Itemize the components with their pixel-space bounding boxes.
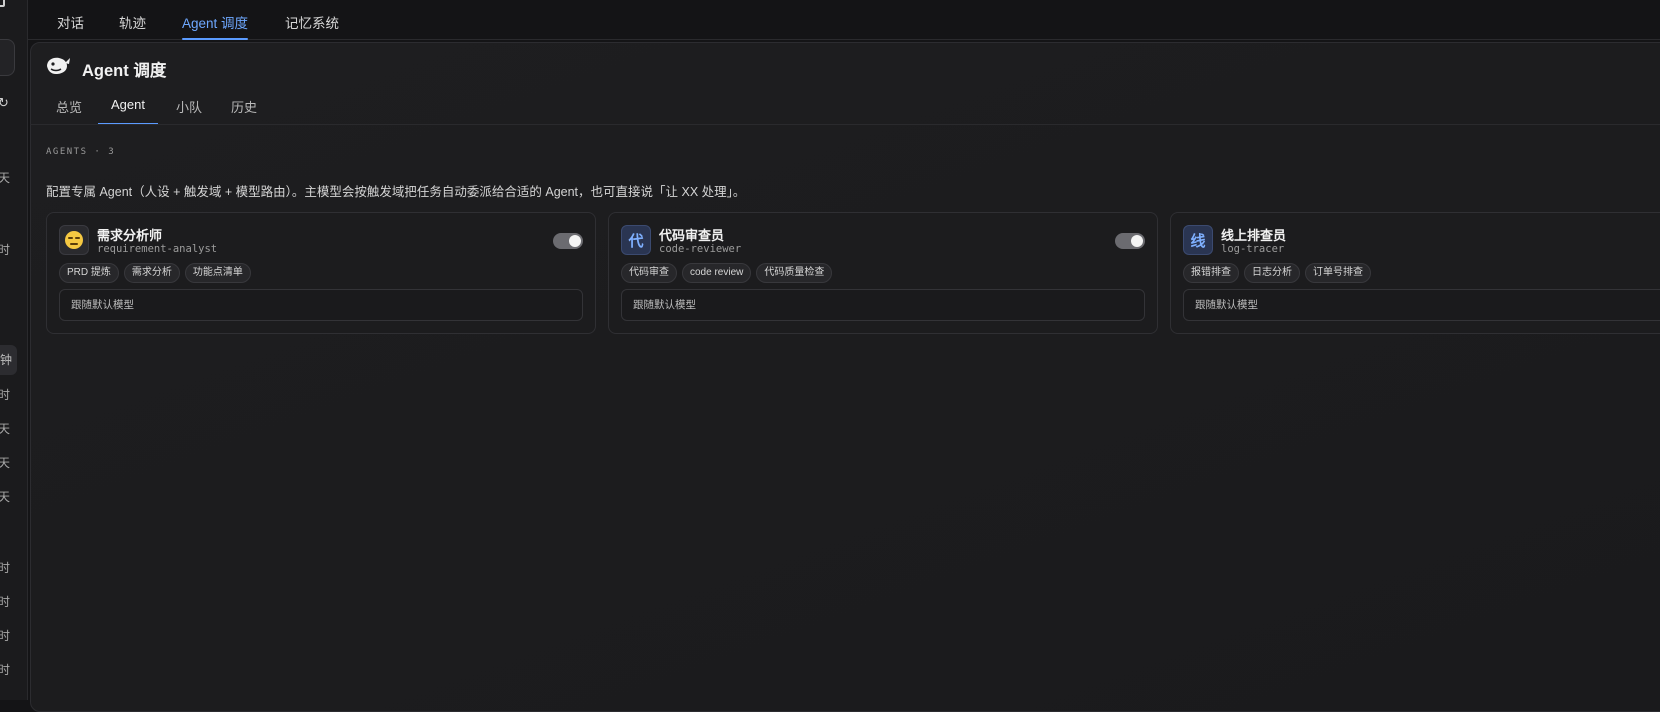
trigger-tag: 代码审查 bbox=[621, 263, 677, 283]
agent-dispatch-panel bbox=[30, 42, 1660, 712]
top-tab-bar: 对话 轨迹 Agent 调度 记忆系统 bbox=[28, 0, 1660, 40]
tab-trace[interactable]: 轨迹 bbox=[119, 12, 146, 40]
rail-item[interactable]: 天 bbox=[0, 456, 10, 470]
trigger-tags: 代码审查 code review 代码质量检查 bbox=[621, 263, 833, 283]
trigger-tag: 功能点清单 bbox=[184, 263, 251, 283]
trigger-tags: 报错排查 日志分析 订单号排查 bbox=[1183, 263, 1371, 283]
agent-id: code-reviewer bbox=[659, 243, 742, 255]
agent-name: 代码审查员 bbox=[659, 228, 725, 243]
agent-avatar: 线 bbox=[1183, 225, 1213, 255]
subtab-squad[interactable]: 小队 bbox=[176, 97, 202, 125]
rail-active-button[interactable] bbox=[0, 39, 15, 76]
rail-item[interactable]: 时 bbox=[0, 388, 10, 402]
rail-item[interactable]: 天 bbox=[0, 490, 10, 504]
agent-id: log-tracer bbox=[1221, 243, 1285, 255]
trigger-tag: 需求分析 bbox=[123, 263, 180, 283]
toggle-knob bbox=[1131, 235, 1143, 247]
page-title: Agent 调度 bbox=[82, 62, 167, 80]
trigger-tags: PRD 提炼 需求分析 功能点清单 bbox=[59, 263, 251, 283]
trigger-tag: 日志分析 bbox=[1244, 263, 1300, 283]
agent-id: requirement-analyst bbox=[97, 243, 218, 255]
rail-item[interactable]: 天 bbox=[0, 171, 10, 185]
trigger-tag: 报错排查 bbox=[1183, 263, 1239, 283]
divider bbox=[30, 124, 1660, 125]
rail-item[interactable]: 天 bbox=[0, 422, 10, 436]
rail-item[interactable]: 时 bbox=[0, 243, 10, 257]
tab-agent-dispatch[interactable]: Agent 调度 bbox=[182, 12, 249, 40]
document-icon[interactable] bbox=[0, 0, 5, 7]
model-route-field[interactable]: 跟随默认模型 bbox=[621, 289, 1145, 321]
model-route-field[interactable]: 跟随默认模型 bbox=[59, 289, 583, 321]
whale-logo-icon bbox=[47, 57, 70, 74]
trigger-tag: 订单号排查 bbox=[1305, 263, 1371, 283]
agent-enabled-toggle[interactable] bbox=[553, 233, 583, 249]
rail-item[interactable]: 时 bbox=[0, 561, 10, 575]
section-label: AGENTS · 3 bbox=[46, 147, 116, 157]
agent-enabled-toggle[interactable] bbox=[1115, 233, 1145, 249]
left-rail: ↻ 天 时 钟 时 天 天 天 时 时 时 时 bbox=[0, 0, 28, 700]
agent-avatar bbox=[59, 225, 89, 255]
agent-name: 线上排查员 bbox=[1221, 228, 1287, 243]
subtab-history[interactable]: 历史 bbox=[231, 97, 257, 125]
agent-name: 需求分析师 bbox=[97, 228, 163, 243]
new-chat-icon[interactable]: ↻ bbox=[0, 96, 10, 109]
model-route-field[interactable]: 跟随默认模型 bbox=[1183, 289, 1660, 321]
subtab-overview[interactable]: 总览 bbox=[56, 97, 82, 125]
tab-chat[interactable]: 对话 bbox=[57, 12, 84, 40]
toggle-knob bbox=[569, 235, 581, 247]
agent-card[interactable]: 线 线上排查员 log-tracer 报错排查 日志分析 订单号排查 跟随默认模… bbox=[1170, 212, 1660, 334]
rail-item[interactable]: 时 bbox=[0, 629, 10, 643]
rail-item[interactable]: 时 bbox=[0, 595, 10, 609]
agent-card[interactable]: 代 代码审查员 code-reviewer 代码审查 code review 代… bbox=[608, 212, 1158, 334]
rail-item[interactable]: 时 bbox=[0, 663, 10, 677]
tab-memory-system[interactable]: 记忆系统 bbox=[285, 12, 339, 40]
trigger-tag: 代码质量检查 bbox=[756, 263, 833, 283]
agent-avatar: 代 bbox=[621, 225, 651, 255]
trigger-tag: PRD 提炼 bbox=[59, 263, 119, 283]
subtab-agent[interactable]: Agent bbox=[98, 97, 158, 125]
expressionless-face-emoji-icon bbox=[65, 231, 83, 249]
agent-card[interactable]: 需求分析师 requirement-analyst PRD 提炼 需求分析 功能… bbox=[46, 212, 596, 334]
rail-item[interactable]: 钟 bbox=[0, 345, 17, 375]
trigger-tag: code review bbox=[682, 263, 752, 283]
section-description: 配置专属 Agent（人设 + 触发域 + 模型路由）。主模型会按触发域把任务自… bbox=[46, 185, 746, 199]
